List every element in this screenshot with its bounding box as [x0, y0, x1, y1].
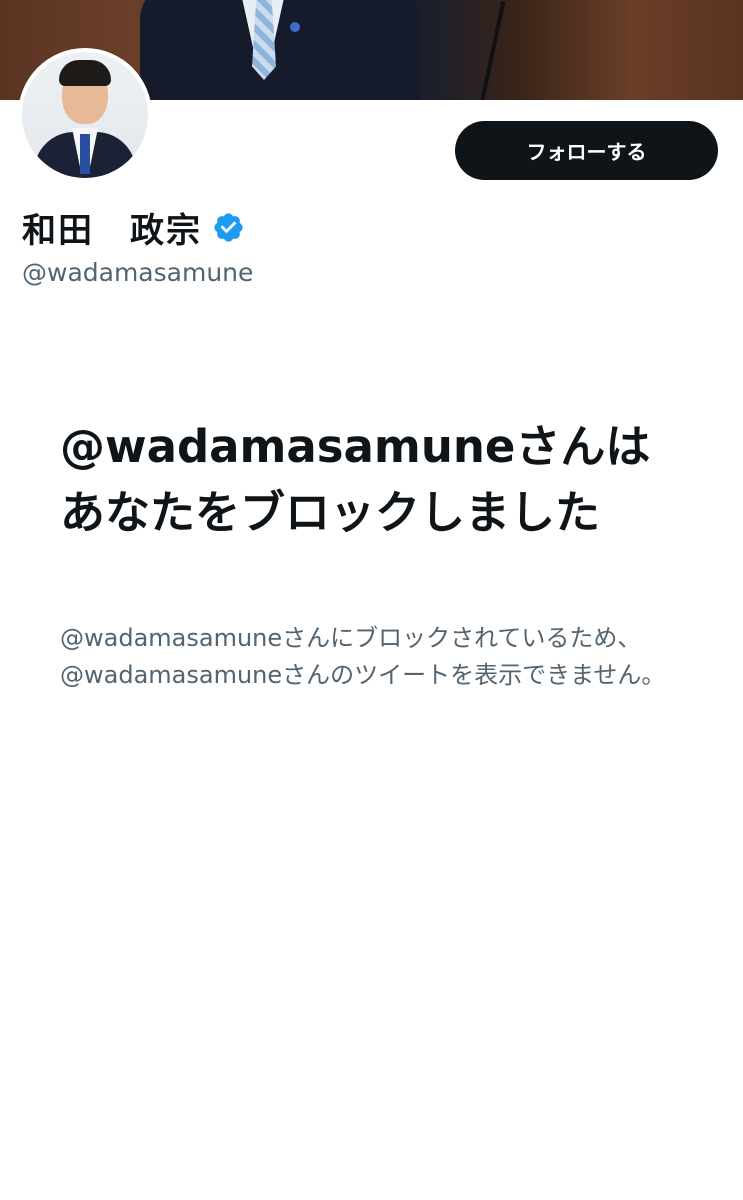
banner-tie-shape	[252, 0, 276, 80]
avatar-photo	[22, 52, 148, 178]
blocked-notice-description: @wadamasamuneさんにブロックされているため、@wadamasamun…	[60, 624, 666, 689]
microphone-stand-shape	[478, 0, 506, 100]
banner-lapel-pin	[290, 22, 300, 32]
avatar-hair	[59, 60, 111, 86]
follow-button[interactable]: フォローする	[455, 121, 718, 180]
display-name: 和田 政宗	[22, 210, 202, 251]
profile-name-row: 和田 政宗	[22, 205, 245, 251]
profile-handle: @wadamasamune	[22, 258, 254, 287]
avatar-tie	[80, 134, 90, 174]
verified-badge-icon[interactable]	[212, 211, 245, 244]
avatar[interactable]	[18, 48, 152, 182]
blocked-notice-title: @wadamasamuneさんはあなたをブロックしました	[60, 420, 651, 539]
follow-button-label: フォローする	[526, 140, 647, 164]
